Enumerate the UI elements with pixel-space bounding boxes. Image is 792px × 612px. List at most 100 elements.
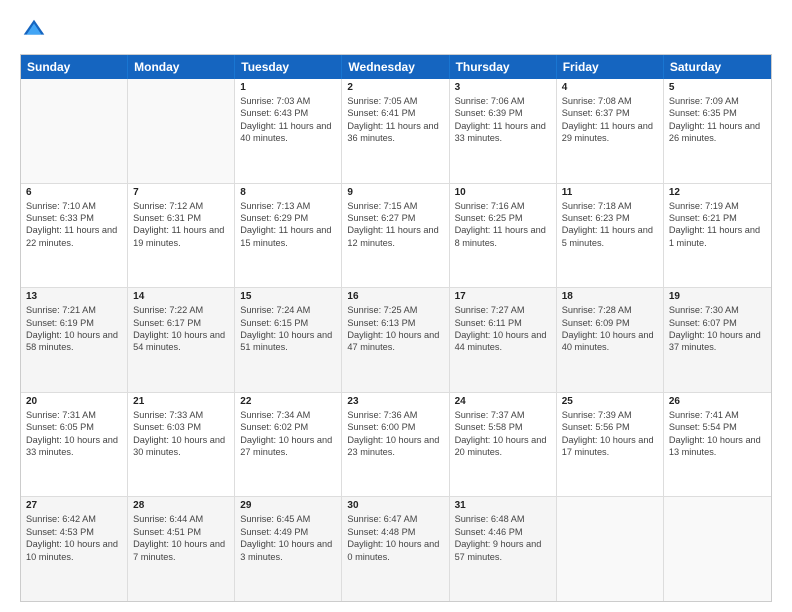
header-day-monday: Monday <box>128 55 235 79</box>
calendar-cell <box>557 497 664 601</box>
day-number: 2 <box>347 82 443 93</box>
day-info: Sunrise: 7:34 AM Sunset: 6:02 PM Dayligh… <box>240 409 336 459</box>
header-day-saturday: Saturday <box>664 55 771 79</box>
day-info: Sunrise: 7:18 AM Sunset: 6:23 PM Dayligh… <box>562 200 658 250</box>
header-day-sunday: Sunday <box>21 55 128 79</box>
calendar-week-1: 1 Sunrise: 7:03 AM Sunset: 6:43 PM Daylig… <box>21 79 771 184</box>
day-info: Sunrise: 7:25 AM Sunset: 6:13 PM Dayligh… <box>347 304 443 354</box>
day-info: Sunrise: 6:45 AM Sunset: 4:49 PM Dayligh… <box>240 513 336 563</box>
day-number: 11 <box>562 187 658 198</box>
day-number: 3 <box>455 82 551 93</box>
header-day-thursday: Thursday <box>450 55 557 79</box>
calendar-cell: 15Sunrise: 7:24 AM Sunset: 6:15 PM Dayli… <box>235 288 342 392</box>
day-number: 4 <box>562 82 658 93</box>
calendar-cell: 3 Sunrise: 7:06 AM Sunset: 6:39 PM Daylig… <box>450 79 557 183</box>
calendar-cell: 2 Sunrise: 7:05 AM Sunset: 6:41 PM Daylig… <box>342 79 449 183</box>
calendar-cell: 29Sunrise: 6:45 AM Sunset: 4:49 PM Dayli… <box>235 497 342 601</box>
calendar-week-5: 27Sunrise: 6:42 AM Sunset: 4:53 PM Dayli… <box>21 497 771 601</box>
calendar-cell: 1 Sunrise: 7:03 AM Sunset: 6:43 PM Daylig… <box>235 79 342 183</box>
day-info: Sunrise: 7:36 AM Sunset: 6:00 PM Dayligh… <box>347 409 443 459</box>
calendar-week-2: 6 Sunrise: 7:10 AM Sunset: 6:33 PM Daylig… <box>21 184 771 289</box>
day-number: 15 <box>240 291 336 302</box>
day-info: Sunrise: 7:15 AM Sunset: 6:27 PM Dayligh… <box>347 200 443 250</box>
day-number: 16 <box>347 291 443 302</box>
day-number: 31 <box>455 500 551 511</box>
day-info: Sunrise: 7:37 AM Sunset: 5:58 PM Dayligh… <box>455 409 551 459</box>
day-number: 21 <box>133 396 229 407</box>
calendar-cell: 7Sunrise: 7:12 AM Sunset: 6:31 PM Daylig… <box>128 184 235 288</box>
calendar-cell: 8 Sunrise: 7:13 AM Sunset: 6:29 PM Daylig… <box>235 184 342 288</box>
day-info: Sunrise: 7:39 AM Sunset: 5:56 PM Dayligh… <box>562 409 658 459</box>
day-info: Sunrise: 7:41 AM Sunset: 5:54 PM Dayligh… <box>669 409 766 459</box>
calendar-cell <box>21 79 128 183</box>
calendar: SundayMondayTuesdayWednesdayThursdayFrid… <box>20 54 772 602</box>
calendar-cell: 11 Sunrise: 7:18 AM Sunset: 6:23 PM Dayli… <box>557 184 664 288</box>
day-number: 9 <box>347 187 443 198</box>
calendar-cell: 21 Sunrise: 7:33 AM Sunset: 6:03 PM Dayli… <box>128 393 235 497</box>
calendar-week-3: 13 Sunrise: 7:21 AM Sunset: 6:19 PM Dayli… <box>21 288 771 393</box>
day-info: Sunrise: 7:13 AM Sunset: 6:29 PM Dayligh… <box>240 200 336 250</box>
day-info: Sunrise: 7:19 AM Sunset: 6:21 PM Dayligh… <box>669 200 766 250</box>
day-number: 18 <box>562 291 658 302</box>
calendar-cell: 17Sunrise: 7:27 AM Sunset: 6:11 PM Dayli… <box>450 288 557 392</box>
day-info: Sunrise: 7:27 AM Sunset: 6:11 PM Dayligh… <box>455 304 551 354</box>
header-day-friday: Friday <box>557 55 664 79</box>
day-info: Sunrise: 7:21 AM Sunset: 6:19 PM Dayligh… <box>26 304 122 354</box>
calendar-cell: 26 Sunrise: 7:41 AM Sunset: 5:54 PM Dayli… <box>664 393 771 497</box>
calendar-cell: 4 Sunrise: 7:08 AM Sunset: 6:37 PM Daylig… <box>557 79 664 183</box>
calendar-cell: 30 Sunrise: 6:47 AM Sunset: 4:48 PM Dayli… <box>342 497 449 601</box>
day-info: Sunrise: 7:03 AM Sunset: 6:43 PM Dayligh… <box>240 95 336 145</box>
header-day-tuesday: Tuesday <box>235 55 342 79</box>
calendar-header: SundayMondayTuesdayWednesdayThursdayFrid… <box>21 55 771 79</box>
day-number: 14 <box>133 291 229 302</box>
day-info: Sunrise: 7:08 AM Sunset: 6:37 PM Dayligh… <box>562 95 658 145</box>
day-info: Sunrise: 7:31 AM Sunset: 6:05 PM Dayligh… <box>26 409 122 459</box>
calendar-cell: 12 Sunrise: 7:19 AM Sunset: 6:21 PM Dayli… <box>664 184 771 288</box>
day-info: Sunrise: 7:30 AM Sunset: 6:07 PM Dayligh… <box>669 304 766 354</box>
calendar-cell: 14 Sunrise: 7:22 AM Sunset: 6:17 PM Dayli… <box>128 288 235 392</box>
day-info: Sunrise: 7:16 AM Sunset: 6:25 PM Dayligh… <box>455 200 551 250</box>
calendar-cell: 20 Sunrise: 7:31 AM Sunset: 6:05 PM Dayli… <box>21 393 128 497</box>
calendar-cell: 10Sunrise: 7:16 AM Sunset: 6:25 PM Dayli… <box>450 184 557 288</box>
day-number: 19 <box>669 291 766 302</box>
day-info: Sunrise: 7:12 AM Sunset: 6:31 PM Dayligh… <box>133 200 229 250</box>
logo-icon <box>20 16 48 44</box>
day-number: 20 <box>26 396 122 407</box>
day-info: Sunrise: 7:05 AM Sunset: 6:41 PM Dayligh… <box>347 95 443 145</box>
day-number: 23 <box>347 396 443 407</box>
day-number: 13 <box>26 291 122 302</box>
day-number: 22 <box>240 396 336 407</box>
day-number: 1 <box>240 82 336 93</box>
day-number: 26 <box>669 396 766 407</box>
calendar-cell: 6 Sunrise: 7:10 AM Sunset: 6:33 PM Daylig… <box>21 184 128 288</box>
day-info: Sunrise: 7:10 AM Sunset: 6:33 PM Dayligh… <box>26 200 122 250</box>
day-info: Sunrise: 6:47 AM Sunset: 4:48 PM Dayligh… <box>347 513 443 563</box>
calendar-cell: 28Sunrise: 6:44 AM Sunset: 4:51 PM Dayli… <box>128 497 235 601</box>
day-info: Sunrise: 7:33 AM Sunset: 6:03 PM Dayligh… <box>133 409 229 459</box>
calendar-cell: 31Sunrise: 6:48 AM Sunset: 4:46 PM Dayli… <box>450 497 557 601</box>
calendar-cell: 25 Sunrise: 7:39 AM Sunset: 5:56 PM Dayli… <box>557 393 664 497</box>
day-number: 25 <box>562 396 658 407</box>
day-info: Sunrise: 7:06 AM Sunset: 6:39 PM Dayligh… <box>455 95 551 145</box>
calendar-cell: 18Sunrise: 7:28 AM Sunset: 6:09 PM Dayli… <box>557 288 664 392</box>
calendar-cell <box>128 79 235 183</box>
calendar-cell <box>664 497 771 601</box>
calendar-cell: 5 Sunrise: 7:09 AM Sunset: 6:35 PM Daylig… <box>664 79 771 183</box>
day-number: 6 <box>26 187 122 198</box>
header-day-wednesday: Wednesday <box>342 55 449 79</box>
day-number: 8 <box>240 187 336 198</box>
calendar-week-4: 20 Sunrise: 7:31 AM Sunset: 6:05 PM Dayli… <box>21 393 771 498</box>
calendar-cell: 19 Sunrise: 7:30 AM Sunset: 6:07 PM Dayli… <box>664 288 771 392</box>
calendar-cell: 13 Sunrise: 7:21 AM Sunset: 6:19 PM Dayli… <box>21 288 128 392</box>
day-number: 28 <box>133 500 229 511</box>
calendar-cell: 27Sunrise: 6:42 AM Sunset: 4:53 PM Dayli… <box>21 497 128 601</box>
calendar-body: 1 Sunrise: 7:03 AM Sunset: 6:43 PM Daylig… <box>21 79 771 601</box>
day-number: 5 <box>669 82 766 93</box>
day-info: Sunrise: 7:22 AM Sunset: 6:17 PM Dayligh… <box>133 304 229 354</box>
calendar-cell: 16 Sunrise: 7:25 AM Sunset: 6:13 PM Dayli… <box>342 288 449 392</box>
page: SundayMondayTuesdayWednesdayThursdayFrid… <box>0 0 792 612</box>
day-number: 12 <box>669 187 766 198</box>
day-info: Sunrise: 7:09 AM Sunset: 6:35 PM Dayligh… <box>669 95 766 145</box>
header <box>20 16 772 44</box>
day-number: 30 <box>347 500 443 511</box>
